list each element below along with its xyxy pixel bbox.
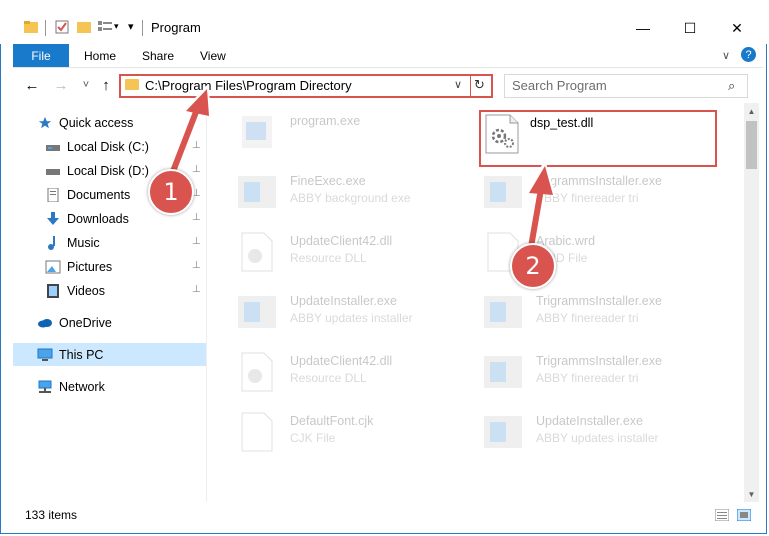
step-badge-1: 1 (148, 169, 194, 215)
step-badge-2: 2 (510, 243, 556, 289)
arrow-2 (525, 160, 556, 252)
annotation-arrows (167, 84, 556, 252)
arrow-1 (167, 84, 212, 179)
